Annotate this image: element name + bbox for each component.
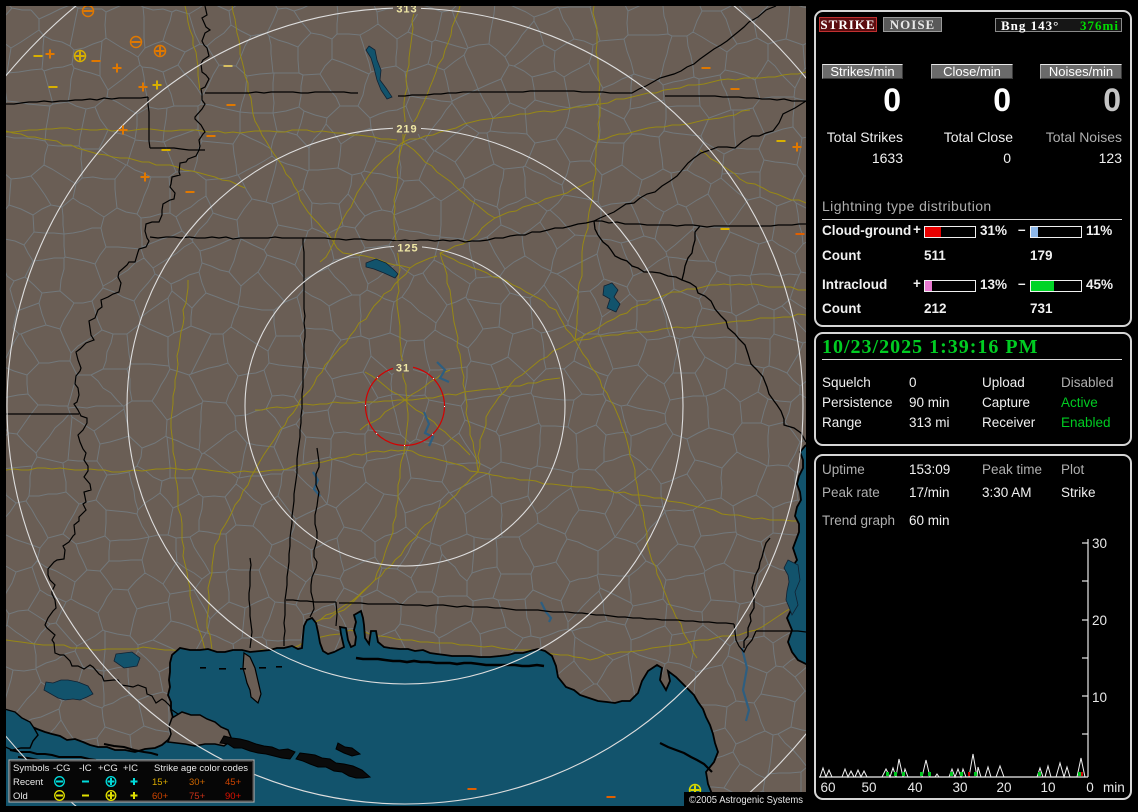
- svg-text:-IC: -IC: [79, 763, 92, 774]
- svg-text:31: 31: [396, 363, 410, 375]
- svg-text:10: 10: [1092, 690, 1107, 705]
- svg-text:60+: 60+: [152, 791, 169, 802]
- svg-text:40: 40: [907, 780, 922, 795]
- svg-text:219: 219: [396, 124, 417, 136]
- svg-text:min: min: [1103, 780, 1125, 795]
- svg-text:10: 10: [1040, 780, 1055, 795]
- svg-text:+CG: +CG: [98, 763, 118, 774]
- svg-text:125: 125: [397, 243, 418, 255]
- svg-text:30: 30: [1092, 536, 1107, 551]
- svg-text:20: 20: [996, 780, 1011, 795]
- svg-text:+IC: +IC: [123, 763, 138, 774]
- svg-text:Strike age color codes: Strike age color codes: [154, 763, 248, 774]
- svg-text:Old: Old: [13, 791, 28, 802]
- svg-text:45+: 45+: [225, 777, 242, 788]
- svg-text:60: 60: [820, 780, 835, 795]
- svg-text:20: 20: [1092, 613, 1107, 628]
- svg-text:75+: 75+: [189, 791, 206, 802]
- svg-text:30: 30: [952, 780, 967, 795]
- svg-text:Symbols: Symbols: [13, 763, 50, 774]
- svg-text:50: 50: [861, 780, 876, 795]
- svg-text:15+: 15+: [152, 777, 169, 788]
- svg-text:30+: 30+: [189, 777, 206, 788]
- svg-text:-CG: -CG: [53, 763, 70, 774]
- svg-text:90+: 90+: [225, 791, 242, 802]
- svg-text:0: 0: [1086, 780, 1094, 795]
- svg-text:©2005 Astrogenic Systems: ©2005 Astrogenic Systems: [689, 794, 803, 806]
- svg-text:Recent: Recent: [13, 777, 43, 788]
- svg-text:313: 313: [396, 6, 417, 16]
